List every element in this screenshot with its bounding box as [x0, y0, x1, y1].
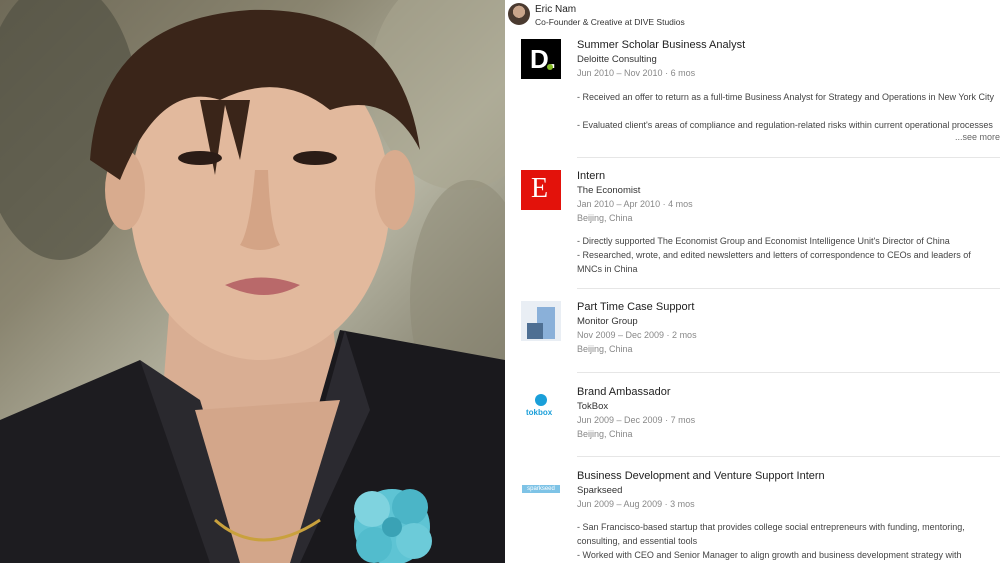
- company-name: Monitor Group: [577, 316, 638, 327]
- divider: [577, 157, 1000, 158]
- tokbox-logo[interactable]: tokbox: [521, 386, 561, 426]
- date-range: Jan 2010 – Apr 2010 · 4 mos: [577, 199, 693, 209]
- date-range: Jun 2009 – Aug 2009 · 3 mos: [577, 499, 695, 509]
- job-description-line: - Evaluated client's areas of compliance…: [577, 120, 993, 130]
- portrait-illustration: [0, 0, 505, 563]
- sparkseed-logo-text: sparkseed: [522, 485, 560, 493]
- experience-panel: Eric Nam Co-Founder & Creative at DIVE S…: [505, 0, 1000, 563]
- job-location: Beijing, China: [577, 429, 633, 439]
- monitor-group-logo[interactable]: [521, 301, 561, 341]
- job-description-line: - San Francisco-based startup that provi…: [577, 522, 965, 546]
- sparkseed-logo[interactable]: sparkseed: [521, 470, 561, 510]
- date-range: Nov 2009 – Dec 2009 · 2 mos: [577, 330, 697, 340]
- deloitte-logo[interactable]: D.: [521, 39, 561, 79]
- experience-item[interactable]: tokbox Brand Ambassador TokBox Jun 2009 …: [521, 386, 1000, 446]
- date-range: Jun 2010 – Nov 2010 · 6 mos: [577, 68, 696, 78]
- portrait-photo: [0, 0, 505, 563]
- company-name: Deloitte Consulting: [577, 54, 657, 65]
- job-title[interactable]: Intern: [577, 170, 605, 182]
- tokbox-logo-text: tokbox: [526, 408, 553, 417]
- tokbox-bubble-icon: [535, 394, 547, 406]
- company-name: Sparkseed: [577, 485, 623, 496]
- company-name: The Economist: [577, 185, 641, 196]
- divider: [577, 372, 1000, 373]
- profile-header[interactable]: Eric Nam Co-Founder & Creative at DIVE S…: [505, 0, 1000, 30]
- job-location: Beijing, China: [577, 213, 633, 223]
- deloitte-dot-icon: [547, 64, 553, 70]
- divider: [577, 288, 1000, 289]
- job-location: Beijing, China: [577, 344, 633, 354]
- flower-brooch: [354, 489, 432, 563]
- economist-logo-text: E: [531, 173, 549, 204]
- economist-logo[interactable]: E: [521, 170, 561, 210]
- profile-name[interactable]: Eric Nam: [535, 4, 576, 15]
- profile-headline: Co-Founder & Creative at DIVE Studios: [535, 17, 685, 27]
- job-description-line: - Directly supported The Economist Group…: [577, 236, 950, 246]
- job-title[interactable]: Brand Ambassador: [577, 386, 671, 398]
- experience-item[interactable]: D. Summer Scholar Business Analyst Deloi…: [521, 39, 1000, 149]
- company-name: TokBox: [577, 401, 609, 412]
- see-more-link[interactable]: ...see more: [955, 132, 1000, 142]
- divider: [577, 456, 1000, 457]
- job-description-line: - Received an offer to return as a full-…: [577, 92, 995, 102]
- experience-item[interactable]: Part Time Case Support Monitor Group Nov…: [521, 301, 1000, 361]
- job-title[interactable]: Summer Scholar Business Analyst: [577, 39, 745, 51]
- job-description-line: - Worked with CEO and Senior Manager to …: [577, 550, 962, 560]
- avatar[interactable]: [508, 3, 530, 25]
- job-title[interactable]: Part Time Case Support: [577, 301, 694, 313]
- deloitte-logo-text: D.: [530, 44, 556, 74]
- experience-item[interactable]: E Intern The Economist Jan 2010 – Apr 20…: [521, 170, 1000, 280]
- job-description-line: - Researched, wrote, and edited newslett…: [577, 250, 971, 274]
- job-title[interactable]: Business Development and Venture Support…: [577, 470, 825, 482]
- experience-item[interactable]: sparkseed Business Development and Ventu…: [521, 470, 1000, 563]
- monitor-square-icon: [527, 323, 543, 339]
- date-range: Jun 2009 – Dec 2009 · 7 mos: [577, 415, 696, 425]
